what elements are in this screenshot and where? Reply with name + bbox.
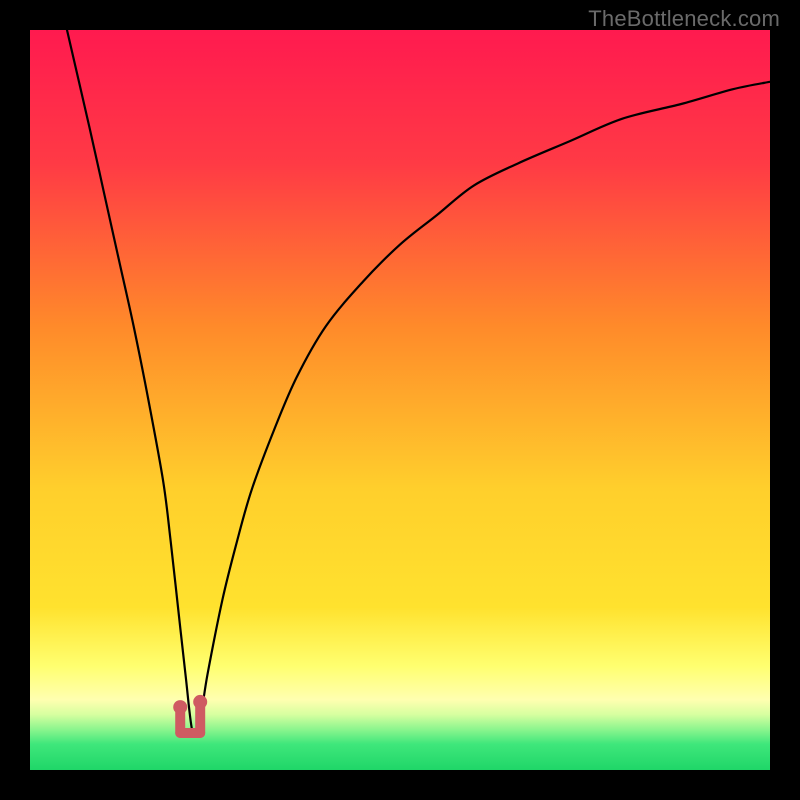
bottleneck-curve bbox=[30, 30, 770, 770]
plot-area bbox=[30, 30, 770, 770]
chart-outer-frame: TheBottleneck.com bbox=[0, 0, 800, 800]
watermark-text: TheBottleneck.com bbox=[588, 6, 780, 32]
curve-path bbox=[67, 30, 770, 735]
